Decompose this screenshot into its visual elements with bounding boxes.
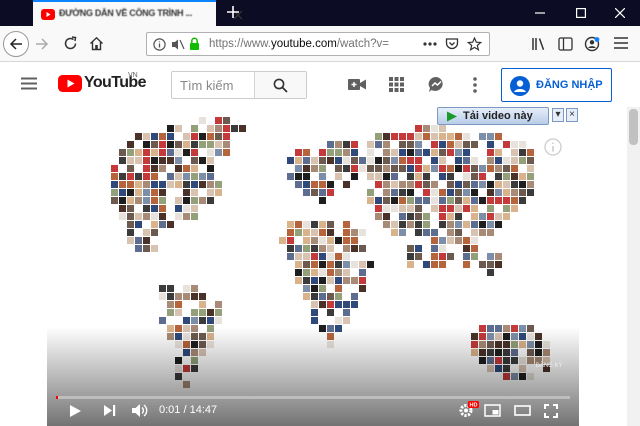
back-button[interactable] [3, 31, 29, 57]
next-button[interactable] [103, 404, 116, 417]
pocket-icon[interactable] [445, 37, 459, 51]
reload-button[interactable] [63, 36, 78, 51]
address-bar[interactable]: https://www.youtube.com/watch?v= [146, 32, 490, 56]
apps-grid-icon [389, 77, 404, 92]
tab-title: ĐƯỜNG DẪN VỀ CÔNG TRÌNH ... [59, 8, 193, 18]
apps-button[interactable] [389, 77, 404, 92]
reload-icon [64, 36, 77, 50]
window-minimize-button[interactable] [520, 0, 560, 26]
sign-in-label: ĐĂNG NHẬP [536, 79, 603, 91]
youtube-favicon-icon [41, 9, 55, 20]
miniplayer-button[interactable] [484, 404, 501, 417]
page-actions-icon[interactable] [423, 42, 437, 46]
theater-mode-icon [514, 405, 531, 416]
window-maximize-button[interactable] [561, 0, 601, 26]
settings-button[interactable]: HD [457, 401, 479, 418]
time-separator: / [180, 404, 190, 416]
video-camera-icon [348, 79, 366, 90]
forward-button[interactable] [35, 37, 49, 51]
close-icon [615, 8, 625, 18]
url-text[interactable]: https://www.youtube.com/watch?v= [209, 38, 404, 50]
messages-button[interactable] [428, 76, 445, 93]
arrow-right-icon [36, 38, 49, 50]
play-button[interactable] [67, 403, 83, 419]
country-code: VN [128, 72, 138, 79]
arrow-left-icon [9, 38, 22, 50]
download-video-label: Tải video này [463, 110, 533, 122]
search-box [171, 71, 307, 99]
guide-menu-button[interactable] [21, 77, 37, 90]
mute-button[interactable] [131, 403, 148, 418]
settings-more-button[interactable] [473, 77, 477, 93]
skip-next-icon [104, 405, 116, 416]
user-avatar-icon [510, 76, 530, 96]
progress-bar[interactable] [56, 396, 570, 399]
download-toolbar: Tải video này ▾ × [437, 107, 578, 125]
progress-fill [56, 396, 59, 399]
video-player[interactable]: Tải video này ▾ × ĐĂNG KÝ 0:01 / 14:47 H… [47, 107, 579, 426]
miniplayer-icon [484, 404, 501, 417]
download-close-button[interactable]: × [566, 108, 578, 122]
channel-watermark[interactable]: ĐĂNG KÝ [529, 363, 569, 369]
browser-nav-bar: https://www.youtube.com/watch?v= [0, 26, 640, 62]
home-button[interactable] [89, 36, 104, 51]
search-icon [273, 78, 288, 93]
volume-icon [132, 404, 148, 417]
scrollbar-thumb[interactable] [629, 109, 638, 145]
youtube-header: YouTube VN ĐĂNG NHẬP [0, 63, 640, 107]
window-close-button[interactable] [600, 0, 640, 26]
gear-icon: HD [459, 401, 479, 417]
time-display: 0:01 / 14:47 [159, 404, 217, 416]
create-video-button[interactable] [348, 78, 366, 91]
account-icon[interactable] [584, 36, 600, 52]
hamburger-menu-icon[interactable] [614, 37, 628, 49]
messages-icon [428, 76, 443, 92]
more-vert-icon [473, 77, 477, 93]
sidebar-icon[interactable] [558, 37, 573, 51]
youtube-logo-icon[interactable] [58, 75, 82, 92]
fullscreen-button[interactable] [544, 404, 558, 418]
duration: 14:47 [189, 404, 218, 416]
minimize-icon [535, 12, 545, 14]
search-input[interactable] [172, 72, 254, 98]
lock-icon[interactable] [189, 37, 200, 51]
current-time: 0:01 [159, 404, 181, 416]
sign-in-button[interactable]: ĐĂNG NHẬP [501, 68, 612, 102]
info-icon[interactable] [153, 38, 166, 51]
play-arrow-icon [446, 111, 458, 122]
browser-tab-active[interactable]: ĐƯỜNG DẪN VỀ CÔNG TRÌNH ... [33, 0, 243, 26]
home-icon [90, 36, 103, 51]
download-options-button[interactable]: ▾ [552, 108, 564, 122]
fullscreen-icon [544, 404, 558, 418]
search-button[interactable] [254, 72, 306, 98]
hamburger-icon [21, 77, 37, 90]
play-icon [70, 405, 81, 417]
new-tab-icon[interactable] [226, 5, 240, 19]
bookmark-star-icon[interactable] [467, 37, 482, 51]
browser-tab-bar: ĐƯỜNG DẪN VỀ CÔNG TRÌNH ... [0, 0, 640, 26]
download-video-button[interactable]: Tải video này [437, 107, 549, 125]
page-scrollbar[interactable] [627, 107, 640, 426]
hd-badge: HD [470, 403, 478, 409]
theater-mode-button[interactable] [514, 405, 531, 416]
video-info-icon[interactable] [544, 138, 562, 156]
library-icon[interactable] [531, 37, 547, 51]
autoplay-blocked-icon[interactable] [170, 38, 185, 51]
watch-page: Tải video này ▾ × ĐĂNG KÝ 0:01 / 14:47 H… [0, 107, 640, 426]
maximize-icon [576, 8, 586, 18]
